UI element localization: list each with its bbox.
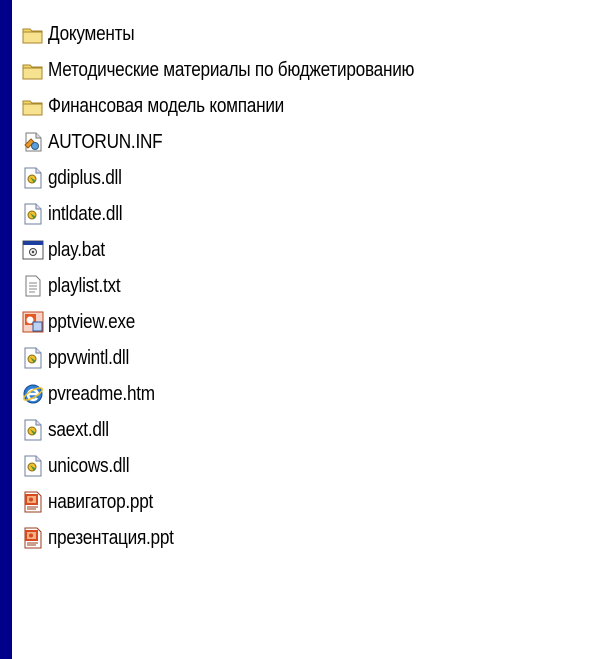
list-item[interactable]: Методические материалы по бюджетированию xyxy=(22,52,602,88)
list-item[interactable]: playlist.txt xyxy=(22,268,602,304)
file-name-label: playlist.txt xyxy=(48,274,121,297)
file-name-label: gdiplus.dll xyxy=(48,166,122,189)
dll-icon xyxy=(22,203,44,225)
file-name-label: презентация.ppt xyxy=(48,526,174,549)
powerpoint-viewer-icon xyxy=(22,311,44,333)
file-list: Документы Методические материалы по бюдже… xyxy=(22,16,602,556)
list-item[interactable]: ppvwintl.dll xyxy=(22,340,602,376)
batch-file-icon xyxy=(22,239,44,261)
list-item[interactable]: saext.dll xyxy=(22,412,602,448)
internet-explorer-icon xyxy=(22,383,44,405)
file-name-label: play.bat xyxy=(48,238,105,261)
file-name-label: навигатор.ppt xyxy=(48,490,154,513)
list-item[interactable]: pptview.exe xyxy=(22,304,602,340)
powerpoint-file-icon xyxy=(22,527,44,549)
file-name-label: unicows.dll xyxy=(48,454,130,477)
dll-icon xyxy=(22,419,44,441)
list-item[interactable]: pvreadme.htm xyxy=(22,376,602,412)
file-name-label: ppvwintl.dll xyxy=(48,346,130,369)
list-item[interactable]: gdiplus.dll xyxy=(22,160,602,196)
powerpoint-file-icon xyxy=(22,491,44,513)
dll-icon xyxy=(22,347,44,369)
list-item[interactable]: unicows.dll xyxy=(22,448,602,484)
file-name-label: pvreadme.htm xyxy=(48,382,155,405)
list-item[interactable]: Финансовая модель компании xyxy=(22,88,602,124)
file-name-label: Финансовая модель компании xyxy=(48,94,285,117)
list-item[interactable]: презентация.ppt xyxy=(22,520,602,556)
file-name-label: saext.dll xyxy=(48,418,109,441)
file-name-label: intldate.dll xyxy=(48,202,123,225)
text-file-icon xyxy=(22,275,44,297)
file-name-label: Методические материалы по бюджетированию xyxy=(48,58,415,81)
dll-icon xyxy=(22,167,44,189)
file-list-panel: Документы Методические материалы по бюдже… xyxy=(12,0,612,659)
list-item[interactable]: навигатор.ppt xyxy=(22,484,602,520)
dll-icon xyxy=(22,455,44,477)
file-name-label: pptview.exe xyxy=(48,310,136,333)
setup-info-icon xyxy=(22,131,44,153)
folder-icon xyxy=(22,23,44,45)
folder-icon xyxy=(22,59,44,81)
file-name-label: AUTORUN.INF xyxy=(48,130,163,153)
list-item[interactable]: Документы xyxy=(22,16,602,52)
folder-icon xyxy=(22,95,44,117)
file-name-label: Документы xyxy=(48,22,135,45)
list-item[interactable]: AUTORUN.INF xyxy=(22,124,602,160)
list-item[interactable]: intldate.dll xyxy=(22,196,602,232)
list-item[interactable]: play.bat xyxy=(22,232,602,268)
